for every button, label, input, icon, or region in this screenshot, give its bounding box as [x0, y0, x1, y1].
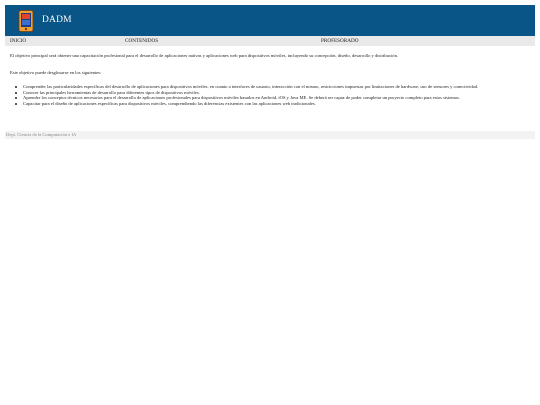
nav-item-inicio[interactable]: INICIO: [10, 38, 26, 44]
site-footer: Dept. Ciencia de la Computación e IA: [5, 131, 535, 139]
site-header: DADM: [5, 5, 535, 36]
lead-paragraph: Este objetivo puede desglosarse en los s…: [10, 70, 102, 75]
device-logo-icon[interactable]: [18, 10, 34, 32]
list-item: Capacitar para el diseño de aplicaciones…: [10, 101, 526, 107]
nav-item-contenidos[interactable]: CONTENIDOS: [125, 38, 158, 44]
site-title: DADM: [42, 15, 72, 25]
main-navbar: INICIO CONTENIDOS PROFESORADO: [5, 36, 535, 46]
nav-item-profesorado[interactable]: PROFESORADO: [321, 38, 358, 44]
goals-list: Comprender las particularidades específi…: [10, 84, 530, 107]
intro-paragraph: El objetivo principal será obtener una c…: [10, 53, 399, 58]
page: DADM INICIO CONTENIDOS PROFESORADO El ob…: [0, 0, 540, 405]
footer-text: Dept. Ciencia de la Computación e IA: [6, 132, 77, 137]
